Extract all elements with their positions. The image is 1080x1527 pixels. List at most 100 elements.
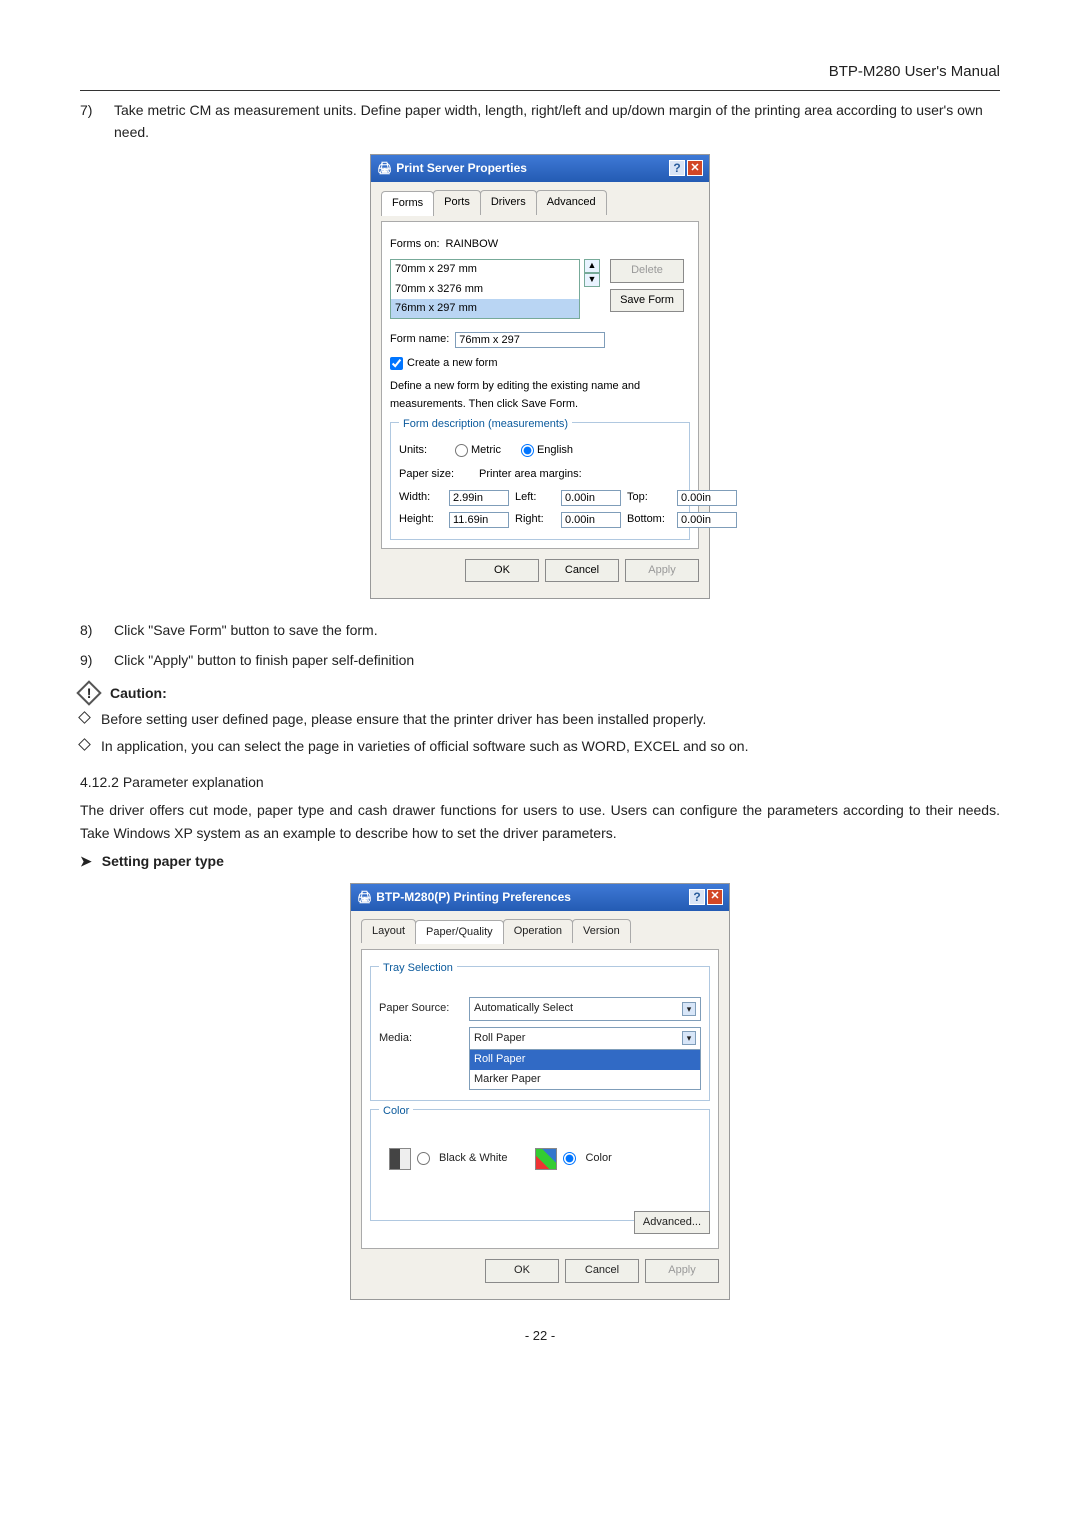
list-item[interactable]: 70mm x 297 mm <box>391 260 579 280</box>
delete-button[interactable]: Delete <box>610 259 684 283</box>
right-label: Right: <box>515 511 555 529</box>
bullet-text: In application, you can select the page … <box>101 735 748 757</box>
apply-button[interactable]: Apply <box>645 1259 719 1283</box>
dialog-titlebar: 🖨 Print Server Properties ? ✕ <box>371 155 709 182</box>
dialog-tabs: Layout Paper/Quality Operation Version <box>361 919 719 944</box>
list-item[interactable]: 76mm x 297 mm <box>391 299 579 319</box>
tab-operation[interactable]: Operation <box>503 919 573 944</box>
metric-label: Metric <box>471 442 501 460</box>
paper-source-combo[interactable]: Automatically Select ▾ <box>469 997 701 1021</box>
cancel-button[interactable]: Cancel <box>565 1259 639 1283</box>
tray-selection-group: Tray Selection Paper Source: Automatical… <box>370 966 710 1101</box>
forms-on-value: RAINBOW <box>446 236 499 254</box>
step-7: 7) Take metric CM as measurement units. … <box>80 99 1000 144</box>
black-white-label: Black & White <box>439 1150 507 1168</box>
combo-value: Automatically Select <box>474 1000 573 1018</box>
diamond-bullet-icon <box>78 711 91 724</box>
dialog-titlebar: 🖨 BTP-M280(P) Printing Preferences ? ✕ <box>351 884 729 911</box>
help-button[interactable]: ? <box>669 160 685 176</box>
diamond-bullet-icon <box>78 738 91 751</box>
color-group: Color Black & White Color <box>370 1109 710 1221</box>
right-input[interactable] <box>561 512 621 528</box>
step-text: Click "Save Form" button to save the for… <box>114 619 1000 641</box>
section-heading: 4.12.2 Parameter explanation <box>80 771 1000 793</box>
units-english-radio[interactable] <box>521 444 534 457</box>
create-new-form-label: Create a new form <box>407 355 497 373</box>
english-label: English <box>537 442 573 460</box>
chevron-down-icon: ▾ <box>682 1031 696 1045</box>
bottom-input[interactable] <box>677 512 737 528</box>
create-new-form-checkbox[interactable] <box>390 357 403 370</box>
left-label: Left: <box>515 489 555 507</box>
forms-listbox[interactable]: 70mm x 297 mm 70mm x 3276 mm 76mm x 297 … <box>390 259 580 319</box>
arrow-icon: ➤ <box>80 850 92 872</box>
color-label: Color <box>585 1150 611 1168</box>
combo-value: Roll Paper <box>474 1030 525 1048</box>
height-input[interactable] <box>449 512 509 528</box>
list-item[interactable]: 70mm x 3276 mm <box>391 280 579 300</box>
scroll-up-button[interactable]: ▲ <box>584 259 600 273</box>
forms-on-label: Forms on: <box>390 236 440 254</box>
save-form-button[interactable]: Save Form <box>610 289 684 313</box>
media-label: Media: <box>379 1030 469 1048</box>
page-number: - 22 - <box>80 1326 1000 1347</box>
tab-layout[interactable]: Layout <box>361 919 416 944</box>
paper-source-label: Paper Source: <box>379 1000 469 1018</box>
tab-ports[interactable]: Ports <box>433 190 481 215</box>
form-name-input[interactable] <box>455 332 605 348</box>
dialog-title: BTP-M280(P) Printing Preferences <box>376 888 687 907</box>
bullet-text: Before setting user defined page, please… <box>101 708 706 730</box>
setting-label: Setting paper type <box>102 850 224 872</box>
color-icon <box>535 1148 557 1170</box>
media-combo[interactable]: Roll Paper ▾ <box>469 1027 701 1051</box>
left-input[interactable] <box>561 490 621 506</box>
form-description-group: Form description (measurements) Units: M… <box>390 422 690 540</box>
black-white-radio[interactable] <box>417 1152 430 1165</box>
tab-advanced[interactable]: Advanced <box>536 190 607 215</box>
black-white-icon <box>389 1148 411 1170</box>
printer-margins-label: Printer area margins: <box>479 466 582 484</box>
scroll-down-button[interactable]: ▼ <box>584 273 600 287</box>
step-number: 8) <box>80 619 114 641</box>
tab-drivers[interactable]: Drivers <box>480 190 537 215</box>
close-button[interactable]: ✕ <box>707 889 723 905</box>
printer-icon: 🖨 <box>357 888 372 907</box>
bottom-label: Bottom: <box>627 511 671 529</box>
ok-button[interactable]: OK <box>485 1259 559 1283</box>
setting-paper-type-heading: ➤ Setting paper type <box>80 850 1000 872</box>
cancel-button[interactable]: Cancel <box>545 559 619 583</box>
tab-paper-quality[interactable]: Paper/Quality <box>415 920 504 945</box>
chevron-down-icon: ▾ <box>682 1002 696 1016</box>
step-text: Take metric CM as measurement units. Def… <box>114 99 1000 144</box>
ok-button[interactable]: OK <box>465 559 539 583</box>
header-divider <box>80 90 1000 91</box>
paper-size-label: Paper size: <box>399 466 479 484</box>
units-metric-radio[interactable] <box>455 444 468 457</box>
advanced-button[interactable]: Advanced... <box>634 1211 710 1235</box>
media-dropdown[interactable]: Roll Paper Marker Paper <box>469 1050 701 1090</box>
color-radio[interactable] <box>563 1152 576 1165</box>
width-label: Width: <box>399 489 443 507</box>
tab-forms[interactable]: Forms <box>381 191 434 216</box>
top-input[interactable] <box>677 490 737 506</box>
step-8: 8) Click "Save Form" button to save the … <box>80 619 1000 641</box>
units-label: Units: <box>399 442 455 460</box>
step-9: 9) Click "Apply" button to finish paper … <box>80 649 1000 671</box>
width-input[interactable] <box>449 490 509 506</box>
apply-button[interactable]: Apply <box>625 559 699 583</box>
tab-version[interactable]: Version <box>572 919 631 944</box>
form-name-label: Form name: <box>390 331 449 349</box>
printing-preferences-dialog: 🖨 BTP-M280(P) Printing Preferences ? ✕ L… <box>350 883 730 1300</box>
dropdown-option[interactable]: Roll Paper <box>470 1050 700 1070</box>
step-number: 7) <box>80 99 114 144</box>
help-button[interactable]: ? <box>689 889 705 905</box>
caution-heading: ! Caution: <box>80 682 1000 704</box>
top-label: Top: <box>627 489 671 507</box>
dialog-title: Print Server Properties <box>396 159 667 178</box>
height-label: Height: <box>399 511 443 529</box>
caution-icon: ! <box>76 680 101 705</box>
close-button[interactable]: ✕ <box>687 160 703 176</box>
printer-icon: 🖨 <box>377 159 392 178</box>
step-text: Click "Apply" button to finish paper sel… <box>114 649 1000 671</box>
dropdown-option[interactable]: Marker Paper <box>470 1070 700 1090</box>
